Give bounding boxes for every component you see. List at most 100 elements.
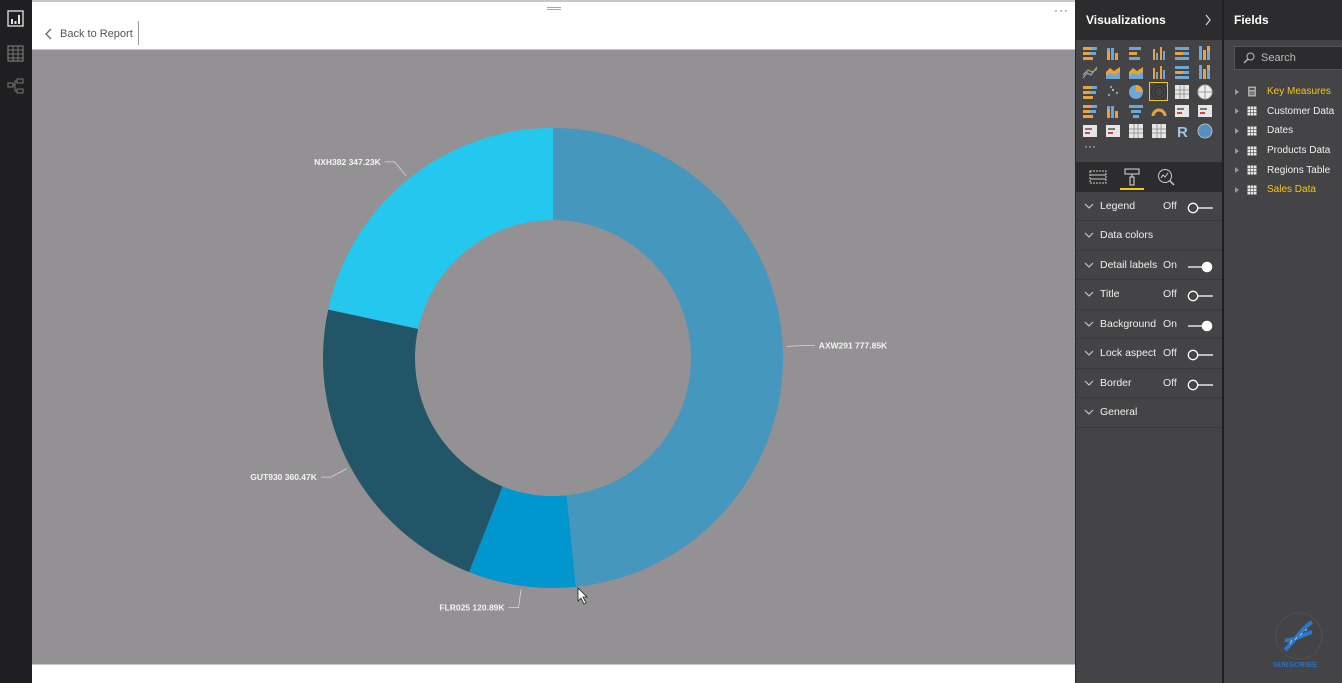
field-table-key-measures[interactable]: Key Measures [1224,82,1342,102]
analytics-icon [1158,168,1175,186]
bar-chart-icon [7,10,24,27]
chevron-down-icon [1084,321,1094,327]
toggle-switch[interactable] [1187,202,1214,213]
field-table-customer-data[interactable]: Customer Data [1224,102,1342,122]
chevron-right-icon[interactable] [1204,14,1212,26]
field-table-regions-table[interactable]: Regions Table [1224,160,1342,180]
format-section-border[interactable]: Border Off [1076,369,1222,398]
relationship-icon [7,78,24,94]
fields-search-input[interactable]: Search [1234,46,1342,70]
stacked-area-icon [1128,67,1143,79]
format-section-label: General [1100,406,1138,419]
analytics-tab[interactable] [1156,164,1176,190]
more-visuals-button[interactable]: ··· [1076,140,1222,158]
expand-caret-icon[interactable] [1235,127,1239,134]
100-stacked-bar-icon [1174,46,1189,60]
viz-clustered-column-button[interactable] [1150,44,1167,61]
leader-line [508,589,522,609]
expand-caret-icon[interactable] [1235,167,1239,174]
clustered-column-icon [1152,46,1165,60]
card-icon [1174,105,1189,117]
viz-ribbon-chart-button[interactable] [1196,64,1213,81]
viz-globe-button[interactable] [1196,122,1213,139]
format-section-general[interactable]: General [1076,398,1222,428]
subscribe-watermark[interactable]: SUBSCRIBE [1272,612,1332,672]
report-view-button[interactable] [6,9,25,28]
viz-map-button[interactable] [1196,83,1213,100]
fields-title: Fields [1234,13,1269,27]
map-icon [1197,84,1212,99]
viz-treemap-button[interactable] [1173,83,1190,100]
format-section-data-colors[interactable]: Data colors [1076,221,1222,251]
data-label: GUT930 360.47K [250,472,317,482]
data-label: AXW291 777.85K [819,341,888,351]
expand-caret-icon[interactable] [1235,186,1239,193]
format-section-lock-aspect[interactable]: Lock aspect Off [1076,339,1222,369]
viz-line-clustered-column-button[interactable] [1150,64,1167,81]
line-chart-icon [1081,66,1098,79]
viz-line-stacked-column-button[interactable] [1173,64,1190,81]
back-to-report-button[interactable]: Back to Report [44,24,133,44]
viz-filled-map-button[interactable] [1081,103,1098,120]
viz-pie-chart-button[interactable] [1127,83,1144,100]
viz-stacked-column-button[interactable] [1104,44,1121,61]
donut-slice-axw291[interactable] [553,128,783,587]
donut-chart-visual[interactable]: AXW291 777.85K FLR025 120.89K GUT930 360.4… [32,49,1075,665]
toggle-switch[interactable] [1187,320,1214,331]
fields-tab[interactable] [1088,164,1108,190]
format-section-label: Background [1100,317,1157,330]
viz-donut-chart-button[interactable] [1149,82,1168,101]
drag-handle[interactable] [547,7,561,10]
viz-area-chart-button[interactable] [1104,64,1121,81]
format-section-title[interactable]: Title Off [1076,280,1222,310]
viz-100-stacked-column-button[interactable] [1196,44,1213,61]
format-section-legend[interactable]: Legend Off [1076,192,1222,221]
format-tab[interactable] [1120,164,1144,190]
viz-shape-map-button[interactable] [1104,103,1121,120]
viz-funnel-button[interactable] [1127,103,1144,120]
format-section-label: Detail labels [1100,258,1158,271]
toggle-switch[interactable] [1187,349,1214,361]
expand-caret-icon[interactable] [1235,108,1239,115]
mouse-cursor-icon [577,587,588,605]
field-table-products-data[interactable]: Products Data [1224,141,1342,161]
toggle-switch[interactable] [1187,290,1214,302]
viz-multi-row-card-button[interactable] [1196,103,1213,120]
viz-slicer-button[interactable] [1104,122,1121,139]
viz-card-button[interactable] [1173,103,1190,120]
viz-kpi-button[interactable] [1081,122,1098,139]
viz-gauge-button[interactable] [1150,103,1167,120]
expand-caret-icon[interactable] [1235,147,1239,154]
viz-line-chart-button[interactable] [1081,64,1098,81]
viz-waterfall-button[interactable] [1081,83,1098,100]
donut-slice-gut930[interactable] [322,309,503,573]
more-options-button[interactable]: ··· [1054,3,1069,17]
relationships-view-button[interactable] [6,77,25,96]
viz-r-visual-button[interactable]: R [1173,122,1190,139]
viz-stacked-area-button[interactable] [1127,64,1144,81]
toggle-state-label: Off [1163,199,1177,212]
field-table-dates[interactable]: Dates [1224,121,1342,141]
table-icon [1247,126,1257,136]
r-visual-icon: R [1177,124,1188,139]
format-section-detail-labels[interactable]: Detail labels On [1076,251,1222,280]
table-grid-icon [7,45,24,62]
field-table-sales-data[interactable]: Sales Data [1224,180,1342,200]
visualizations-pane: Visualizations R ··· Legend Off Data colo… [1075,0,1222,683]
viz-stacked-bar-button[interactable] [1081,44,1098,61]
field-table-label: Products Data [1267,145,1331,157]
multi-row-card-icon [1197,105,1212,117]
leader-line [786,345,815,347]
visualizations-header: Visualizations [1076,0,1222,40]
viz-clustered-bar-button[interactable] [1127,44,1144,61]
leader-line [384,161,407,177]
viz-table-button[interactable] [1127,122,1144,139]
expand-caret-icon[interactable] [1235,88,1239,95]
toggle-switch[interactable] [1187,261,1214,272]
toggle-switch[interactable] [1187,379,1214,390]
viz-matrix-button[interactable] [1150,122,1167,139]
viz-scatter-button[interactable] [1104,83,1121,100]
format-section-background[interactable]: Background On [1076,310,1222,339]
data-view-button[interactable] [6,44,25,63]
viz-100-stacked-bar-button[interactable] [1173,44,1190,61]
